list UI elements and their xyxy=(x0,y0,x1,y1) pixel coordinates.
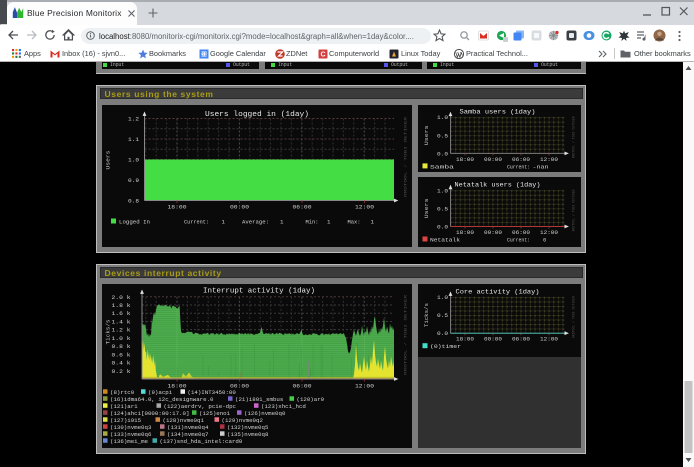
svg-text:(125)eno1: (125)eno1 xyxy=(199,410,231,417)
svg-text:1.0 k: 1.0 k xyxy=(112,335,132,342)
svg-text:Average:: Average: xyxy=(242,219,269,226)
svg-text:Ticks/s: Ticks/s xyxy=(106,320,112,345)
svg-text:(9)acpi: (9)acpi xyxy=(148,389,173,396)
svg-text:00:00: 00:00 xyxy=(484,156,502,163)
svg-text:12:00: 12:00 xyxy=(355,204,375,211)
svg-text:12:00: 12:00 xyxy=(540,156,558,163)
svg-text:0.4 k: 0.4 k xyxy=(112,360,132,367)
svg-text:2.0 k: 2.0 k xyxy=(112,294,132,301)
svg-text:0.6 k: 0.6 k xyxy=(112,351,132,358)
svg-text:-nan: -nan xyxy=(533,163,549,170)
svg-text:1.2 k: 1.2 k xyxy=(112,327,132,334)
svg-text:Samba users (1day): Samba users (1day) xyxy=(460,109,536,116)
svg-text:(121)ar1: (121)ar1 xyxy=(110,403,138,410)
svg-text:Users: Users xyxy=(424,198,430,218)
svg-text:18:00: 18:00 xyxy=(168,204,188,211)
svg-text:18:00: 18:00 xyxy=(456,336,474,343)
svg-text:1.1: 1.1 xyxy=(128,136,140,143)
svg-text:Logged In: Logged In xyxy=(119,219,150,226)
svg-text:Core activity (1day): Core activity (1day) xyxy=(456,288,540,295)
svg-text:(132)nvme0q5: (132)nvme0q5 xyxy=(227,424,268,431)
svg-text:00:00: 00:00 xyxy=(230,204,250,211)
svg-text:(128)nvme0q1: (128)nvme0q1 xyxy=(163,417,205,424)
svg-text:0.0: 0.0 xyxy=(437,224,448,231)
svg-text:1.0: 1.0 xyxy=(437,294,448,301)
svg-text:12:00: 12:00 xyxy=(355,383,375,390)
svg-text:1: 1 xyxy=(327,219,331,226)
svg-text:0.2 k: 0.2 k xyxy=(112,368,132,375)
svg-text:0.0: 0.0 xyxy=(437,150,448,157)
svg-text:(130)nvme0q3: (130)nvme0q3 xyxy=(110,424,151,431)
svg-text:(21)i801_smbus: (21)i801_smbus xyxy=(235,396,283,403)
svg-text:Current:: Current: xyxy=(184,219,209,226)
svg-text:1.2: 1.2 xyxy=(128,116,140,123)
svg-text:0.5: 0.5 xyxy=(437,312,448,319)
svg-text:(8)rtc0: (8)rtc0 xyxy=(110,389,134,396)
svg-text:0: 0 xyxy=(543,237,546,244)
svg-text:06:00: 06:00 xyxy=(512,229,530,236)
svg-text:(123)xhci_hcd: (123)xhci_hcd xyxy=(261,403,306,410)
svg-text:Users logged in (1day): Users logged in (1day) xyxy=(205,111,309,119)
svg-text:(135)nvme0q8: (135)nvme0q8 xyxy=(227,431,268,438)
svg-text:0.8: 0.8 xyxy=(128,198,140,205)
svg-text:0.8 k: 0.8 k xyxy=(112,343,132,350)
svg-text:Users: Users xyxy=(106,151,112,170)
svg-text:Interrupt activity (1day): Interrupt activity (1day) xyxy=(203,288,315,296)
svg-text:0.0: 0.0 xyxy=(437,330,448,337)
svg-text:(133)nvme0q6: (133)nvme0q6 xyxy=(110,431,151,438)
svg-text:18:00: 18:00 xyxy=(456,229,474,236)
svg-text:(0)timer: (0)timer xyxy=(430,343,461,350)
svg-text:(137)snd_hda_intel:card0: (137)snd_hda_intel:card0 xyxy=(160,438,243,445)
svg-text:(127)i915: (127)i915 xyxy=(110,417,141,424)
svg-text:(16)idma64.0, i2c_designware.0: (16)idma64.0, i2c_designware.0 xyxy=(110,396,214,403)
svg-text:Netatalk users (1day): Netatalk users (1day) xyxy=(455,182,541,189)
svg-text:(124)ahci[0000:00:17.0]: (124)ahci[0000:00:17.0] xyxy=(110,410,189,417)
svg-text:1.0: 1.0 xyxy=(128,157,140,164)
svg-text:(129)nvme0q2: (129)nvme0q2 xyxy=(222,417,263,424)
svg-text:1: 1 xyxy=(371,219,375,226)
svg-text:1.0: 1.0 xyxy=(437,114,448,121)
svg-text:RRDTOOL / TOBI OETIKER: RRDTOOL / TOBI OETIKER xyxy=(572,189,576,231)
svg-text:Current:: Current: xyxy=(507,237,530,244)
svg-text:Max:: Max: xyxy=(348,219,361,226)
svg-text:06:00: 06:00 xyxy=(512,156,530,163)
svg-text:06:00: 06:00 xyxy=(293,204,313,211)
svg-text:(122)aerdrv, pcie-dpc: (122)aerdrv, pcie-dpc xyxy=(164,403,237,410)
svg-text:1.8 k: 1.8 k xyxy=(112,302,132,309)
svg-text:Min:: Min: xyxy=(306,219,319,226)
svg-text:0.5: 0.5 xyxy=(437,205,448,212)
svg-text:Netatalk: Netatalk xyxy=(430,237,461,244)
svg-text:(136)mei_me: (136)mei_me xyxy=(110,438,148,445)
svg-text:(120)ar0: (120)ar0 xyxy=(297,396,325,403)
svg-text:(131)nvme0q4: (131)nvme0q4 xyxy=(167,424,209,431)
svg-text:(134)nvme0q7: (134)nvme0q7 xyxy=(167,431,208,438)
svg-text:06:00: 06:00 xyxy=(512,336,530,343)
svg-text:1.4 k: 1.4 k xyxy=(112,318,132,325)
svg-text:(126)nvme0q0: (126)nvme0q0 xyxy=(244,410,285,417)
svg-text:06:00: 06:00 xyxy=(293,383,313,390)
svg-text:00:00: 00:00 xyxy=(484,336,502,343)
svg-text:RRDTOOL / TOBI OETIKER: RRDTOOL / TOBI OETIKER xyxy=(572,116,576,158)
svg-text:0.9: 0.9 xyxy=(128,177,140,184)
svg-text:Ticks/s: Ticks/s xyxy=(424,303,430,327)
svg-text:Users: Users xyxy=(424,125,430,145)
svg-text:0.5: 0.5 xyxy=(437,132,448,139)
svg-text:RRDTOOL / TOBI OETIKER: RRDTOOL / TOBI OETIKER xyxy=(404,117,409,197)
svg-text:18:00: 18:00 xyxy=(456,156,474,163)
svg-text:(14)INT3450:00: (14)INT3450:00 xyxy=(188,389,236,396)
svg-text:00:00: 00:00 xyxy=(484,229,502,236)
svg-text:Samba: Samba xyxy=(430,163,455,170)
svg-text:RRDTOOL / TOBI OETIKER: RRDTOOL / TOBI OETIKER xyxy=(404,295,409,375)
svg-text:1: 1 xyxy=(280,219,284,226)
svg-text:12:00: 12:00 xyxy=(540,336,558,343)
svg-text:12:00: 12:00 xyxy=(540,229,558,236)
svg-text:1: 1 xyxy=(222,219,226,226)
svg-text:1.6 k: 1.6 k xyxy=(112,310,132,317)
svg-text:RRDTOOL / TOBI OETIKER: RRDTOOL / TOBI OETIKER xyxy=(572,296,576,338)
svg-text:Current:: Current: xyxy=(507,163,530,170)
svg-text:1.0: 1.0 xyxy=(437,187,448,194)
